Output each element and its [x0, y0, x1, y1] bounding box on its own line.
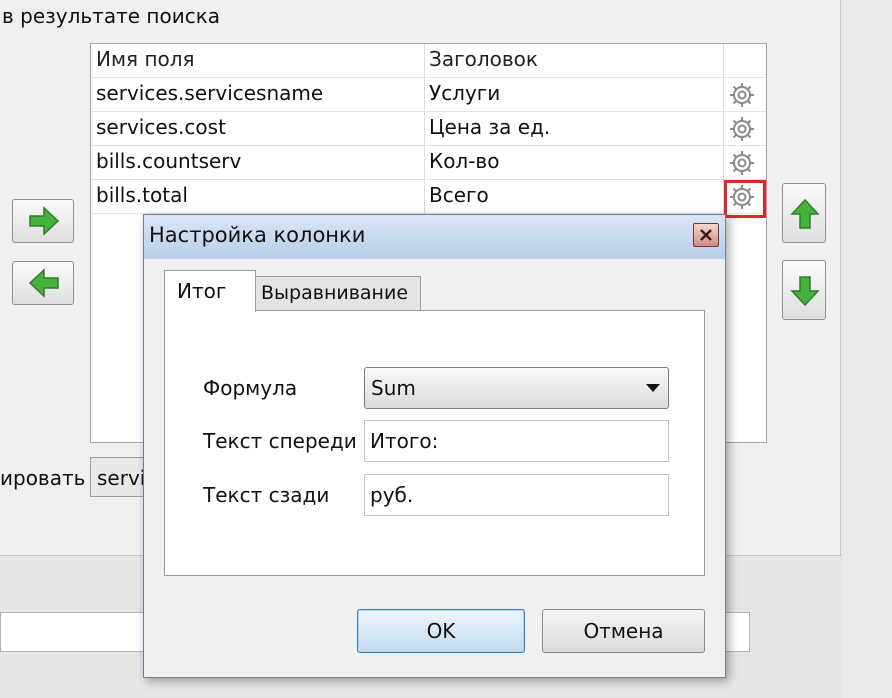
- tab-total[interactable]: Итог: [164, 270, 256, 312]
- move-right-button[interactable]: [12, 199, 74, 243]
- formula-value: Sum: [371, 376, 416, 400]
- arrow-left-icon: [28, 268, 59, 298]
- cell-title: Всего: [429, 183, 489, 207]
- cell-field-name: services.servicesname: [96, 81, 324, 105]
- tab-total-label: Итог: [177, 279, 227, 303]
- close-icon: [700, 229, 712, 241]
- close-button[interactable]: [693, 223, 719, 247]
- highlight-box: [724, 180, 766, 218]
- column-header-field-name[interactable]: Имя поля: [96, 47, 195, 71]
- move-down-button[interactable]: [782, 260, 826, 320]
- dropdown-arrow-icon: [646, 384, 660, 392]
- table-row[interactable]: bills.total Всего: [91, 180, 766, 214]
- cell-title: Цена за ед.: [429, 115, 551, 139]
- gear-icon[interactable]: [728, 115, 756, 143]
- gear-icon[interactable]: [728, 81, 756, 109]
- cell-title: Услуги: [429, 81, 501, 105]
- ok-button[interactable]: OK: [357, 609, 525, 653]
- arrow-up-icon: [790, 198, 820, 229]
- tab-alignment-label: Выравнивание: [261, 282, 409, 304]
- prefix-label: Текст спереди: [203, 429, 357, 453]
- suffix-value: руб.: [370, 483, 414, 507]
- background-field[interactable]: servi: [90, 457, 150, 497]
- move-left-button[interactable]: [12, 261, 74, 305]
- gear-icon[interactable]: [728, 149, 756, 177]
- formula-label: Формула: [203, 376, 298, 400]
- cell-field-name: bills.total: [96, 183, 188, 207]
- grid-header: Имя поля Заголовок: [91, 44, 766, 78]
- arrow-right-icon: [29, 206, 60, 236]
- prefix-input[interactable]: Итого:: [364, 420, 669, 462]
- dialog-title: Настройка колонки: [149, 223, 366, 247]
- cell-field-name: services.cost: [96, 115, 226, 139]
- formula-select[interactable]: Sum: [364, 367, 669, 409]
- cell-title: Кол-во: [429, 149, 500, 173]
- table-row[interactable]: bills.countserv Кол-во: [91, 146, 766, 180]
- background-field-value: servi: [97, 466, 146, 490]
- cancel-button[interactable]: Отмена: [542, 609, 705, 653]
- tab-alignment[interactable]: Выравнивание: [255, 276, 421, 310]
- background-label: ировать: [0, 466, 86, 490]
- move-up-button[interactable]: [782, 183, 826, 243]
- window-right-edge: [840, 0, 892, 698]
- suffix-label: Текст сзади: [203, 483, 330, 507]
- column-header-title[interactable]: Заголовок: [429, 47, 538, 71]
- arrow-down-icon: [790, 276, 820, 307]
- section-heading: в результате поиска: [2, 4, 221, 28]
- table-row[interactable]: services.servicesname Услуги: [91, 78, 766, 112]
- suffix-input[interactable]: руб.: [364, 474, 669, 516]
- cell-field-name: bills.countserv: [96, 149, 242, 173]
- table-row[interactable]: services.cost Цена за ед.: [91, 112, 766, 146]
- prefix-value: Итого:: [370, 429, 439, 453]
- dialog-titlebar[interactable]: Настройка колонки: [144, 215, 725, 259]
